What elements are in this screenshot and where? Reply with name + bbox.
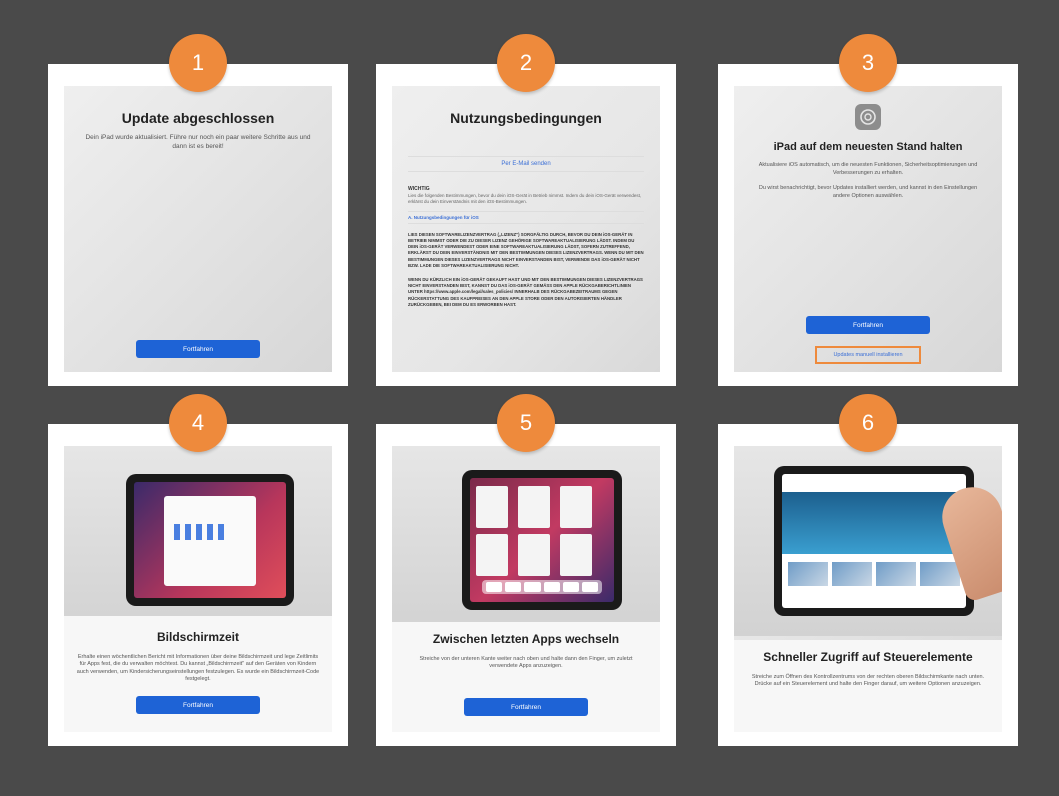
tablet-device (462, 470, 622, 610)
screenshot-photo: Schneller Zugriff auf Steuerelemente Str… (734, 446, 1002, 732)
app-switcher-card (518, 486, 550, 528)
screenshot-photo: Update abgeschlossen Dein iPad wurde akt… (64, 86, 332, 372)
tablet-screen (470, 478, 614, 602)
step-card-5: 5 Zwischen letzten Apps wechseln Streich… (376, 394, 676, 746)
tablet-device (126, 474, 294, 606)
screen-text: Dein iPad wurde aktualisiert. Führe nur … (85, 134, 311, 150)
tablet-illustration (392, 446, 660, 636)
app-switcher-card (476, 534, 508, 576)
continue-button[interactable]: Fortfahren (136, 696, 260, 714)
bottom-sheet: Schneller Zugriff auf Steuerelemente Str… (734, 640, 1002, 732)
screen-text-1: Aktualisiere iOS automatisch, um die neu… (758, 162, 978, 176)
usage-bars (174, 524, 224, 540)
legal-text-2: WENN DU KÜRZLICH EIN iOS-GERÄT GEKAUFT H… (408, 277, 643, 307)
step-card-6: 6 Schneller Zugriff auf Steuerelemente S… (718, 394, 1018, 746)
app-switcher-card (560, 534, 592, 576)
email-link[interactable]: Per E-Mail senden (408, 156, 644, 172)
app-switcher-card (560, 486, 592, 528)
screenshot-photo: Bildschirmzeit Erhalte einen wöchentlich… (64, 446, 332, 732)
tablet-device (774, 466, 974, 616)
app-switcher-card (518, 534, 550, 576)
tablet-illustration (734, 446, 1002, 636)
screenshot-photo: iPad auf dem neuesten Stand halten Aktua… (734, 86, 1002, 372)
step-card-1: 1 Update abgeschlossen Dein iPad wurde a… (48, 34, 348, 386)
screen-text: Streiche zum Öffnen des Kontrollzentrums… (751, 673, 985, 688)
screen-text: Streiche von der unteren Kante weiter na… (419, 656, 633, 670)
bottom-sheet: Zwischen letzten Apps wechseln Streiche … (392, 622, 660, 732)
app-switcher-card (476, 486, 508, 528)
screen-time-dialog (164, 496, 256, 586)
important-text: Lies die folgenden Bestimmungen, bevor d… (408, 193, 642, 204)
screenshot-photo: Zwischen letzten Apps wechseln Streiche … (392, 446, 660, 732)
step-number-badge: 2 (497, 34, 555, 92)
screen-title: Update abgeschlossen (121, 110, 275, 126)
settings-gear-icon (855, 104, 881, 130)
screenshot-photo: Nutzungsbedingungen Per E-Mail senden WI… (392, 86, 660, 372)
ios-terms-link[interactable]: A. Nutzungsbedingungen für iOS (408, 210, 644, 224)
screen-title: Bildschirmzeit (156, 630, 240, 644)
screen-title: Nutzungsbedingungen (450, 110, 602, 126)
important-heading: WICHTIG (408, 186, 430, 192)
step-number-badge: 4 (169, 394, 227, 452)
app-dock (482, 580, 602, 594)
step-card-3: 3 iPad auf dem neuesten Stand halten Akt… (718, 34, 1018, 386)
step-number-badge: 6 (839, 394, 897, 452)
step-card-4: 4 Bildschirmzeit Erhalte einen wöchentli… (48, 394, 348, 746)
tablet-screen (782, 474, 966, 608)
web-article-tiles (788, 562, 960, 586)
continue-button[interactable]: Fortfahren (464, 698, 588, 716)
screen-title: iPad auf dem neuesten Stand halten (773, 141, 963, 153)
tablet-screen (134, 482, 286, 598)
manual-update-link[interactable]: Updates manuell installieren (815, 346, 921, 364)
legal-text-1: LIES DIESEN SOFTWARELIZENZVERTRAG („LIZE… (408, 231, 644, 268)
tablet-illustration (64, 446, 332, 636)
step-number-badge: 3 (839, 34, 897, 92)
continue-button[interactable]: Fortfahren (806, 316, 930, 334)
screen-title: Zwischen letzten Apps wechseln (432, 632, 620, 646)
screen-title: Schneller Zugriff auf Steuerelemente (763, 650, 973, 664)
screen-text: Erhalte einen wöchentlichen Bericht mit … (76, 654, 320, 683)
step-card-2: 2 Nutzungsbedingungen Per E-Mail senden … (376, 34, 676, 386)
step-number-badge: 5 (497, 394, 555, 452)
step-number-badge: 1 (169, 34, 227, 92)
web-hero-image (782, 492, 966, 554)
screen-text-2: Du wirst benachrichtigt, bevor Updates i… (758, 185, 978, 199)
bottom-sheet: Bildschirmzeit Erhalte einen wöchentlich… (64, 616, 332, 732)
continue-button[interactable]: Fortfahren (136, 340, 260, 358)
